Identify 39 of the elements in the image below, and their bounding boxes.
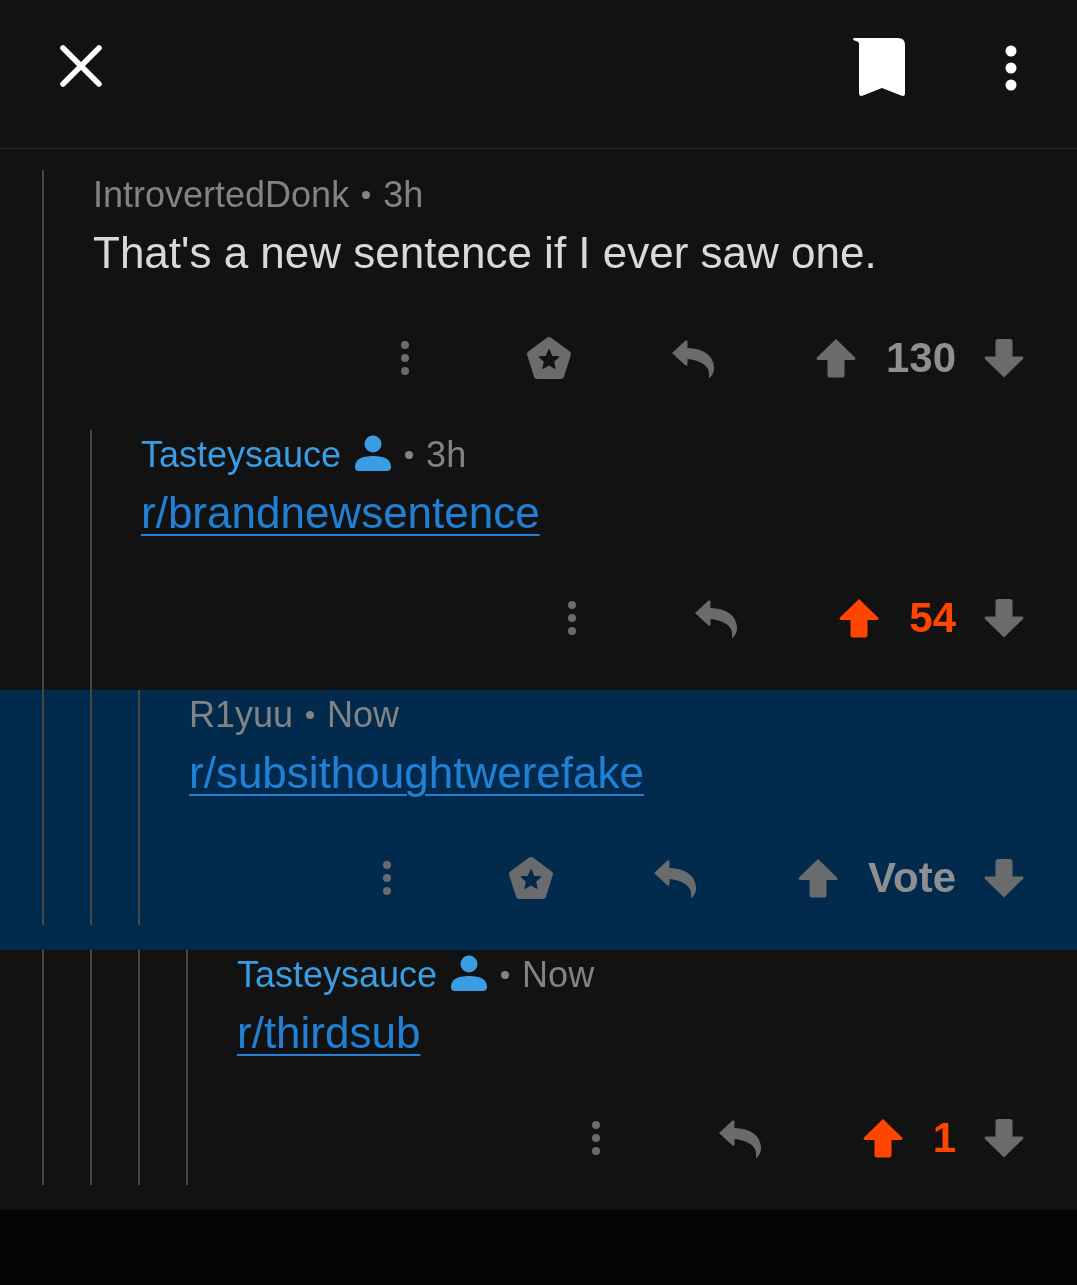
downvote-icon[interactable] bbox=[984, 858, 1024, 898]
bullet-icon bbox=[501, 971, 510, 979]
bullet-icon bbox=[306, 711, 315, 719]
user-icon bbox=[450, 955, 489, 991]
timestamp: 3h bbox=[383, 173, 424, 217]
upvote-icon[interactable] bbox=[839, 598, 880, 638]
award-icon[interactable] bbox=[508, 856, 555, 900]
vote-score: 1 bbox=[932, 1113, 956, 1163]
reply-icon[interactable] bbox=[653, 858, 698, 898]
reply-icon[interactable] bbox=[717, 1118, 762, 1158]
reply-icon[interactable] bbox=[670, 338, 715, 378]
more-options-icon[interactable] bbox=[1005, 45, 1017, 91]
award-icon[interactable] bbox=[525, 336, 572, 380]
upvote-icon[interactable] bbox=[815, 338, 856, 378]
upvote-icon[interactable] bbox=[798, 858, 839, 898]
vote-score: Vote bbox=[868, 853, 956, 903]
reply-icon[interactable] bbox=[694, 598, 739, 638]
subreddit-link[interactable]: r/subsithoughtwerefake bbox=[189, 748, 644, 797]
comment-text: That's a new sentence if I ever saw one. bbox=[93, 228, 877, 277]
username[interactable]: Tasteysauce bbox=[141, 430, 342, 480]
timestamp: Now bbox=[522, 953, 595, 997]
bullet-icon bbox=[362, 191, 371, 199]
upvote-icon[interactable] bbox=[862, 1118, 903, 1158]
downvote-icon[interactable] bbox=[984, 338, 1024, 378]
username[interactable]: IntrovertedDonk bbox=[93, 170, 350, 220]
close-icon[interactable] bbox=[60, 45, 102, 87]
username[interactable]: Tasteysauce bbox=[237, 950, 438, 1000]
bullet-icon bbox=[405, 451, 414, 459]
timestamp: Now bbox=[327, 693, 400, 737]
subreddit-link[interactable]: r/thirdsub bbox=[237, 1008, 421, 1057]
bookmark-icon[interactable] bbox=[852, 37, 906, 97]
vote-score: 54 bbox=[909, 593, 956, 643]
username[interactable]: R1yuu bbox=[189, 690, 294, 740]
downvote-icon[interactable] bbox=[984, 598, 1024, 638]
downvote-icon[interactable] bbox=[984, 1118, 1024, 1158]
subreddit-link[interactable]: r/brandnewsentence bbox=[141, 488, 540, 537]
vote-score: 130 bbox=[885, 333, 956, 383]
user-icon bbox=[354, 435, 393, 471]
timestamp: 3h bbox=[426, 433, 467, 477]
